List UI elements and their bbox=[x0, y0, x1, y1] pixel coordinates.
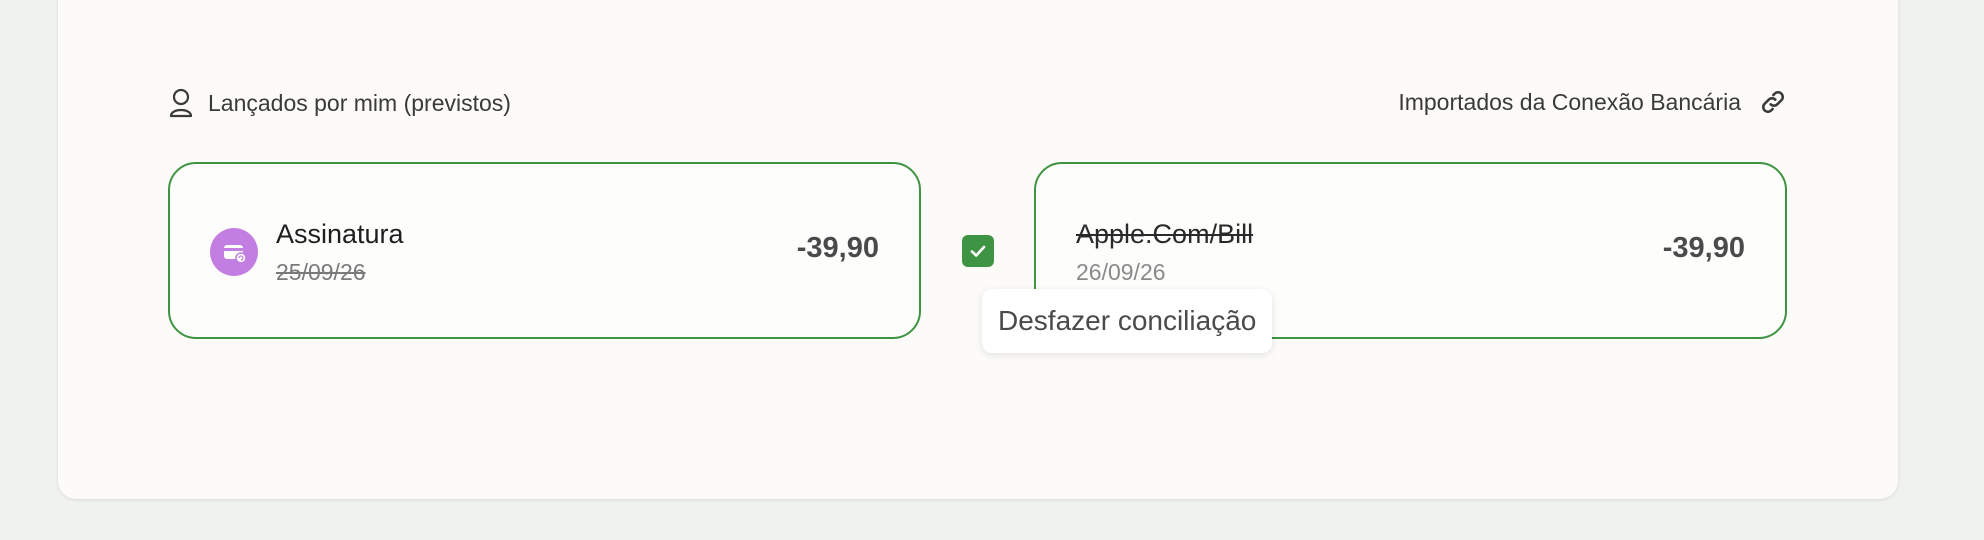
check-icon bbox=[970, 245, 986, 257]
bank-transaction-date: 26/09/26 bbox=[1076, 259, 1166, 285]
bank-transaction-amount: -39,90 bbox=[1662, 232, 1745, 264]
planned-transaction-date: 25/09/26 bbox=[276, 259, 366, 285]
planned-transaction-amount: -39,90 bbox=[796, 232, 879, 264]
planned-transaction-title: Assinatura bbox=[276, 219, 404, 249]
tooltip-text: Desfazer conciliação bbox=[998, 305, 1257, 336]
bank-section-label: Importados da Conexão Bancária bbox=[1398, 88, 1741, 115]
bank-section-header: Importados da Conexão Bancária bbox=[1398, 88, 1787, 116]
planned-transaction-card[interactable]: Assinatura 25/09/26 -39,90 bbox=[168, 162, 921, 339]
reconcile-checkbox[interactable] bbox=[962, 235, 994, 267]
bank-transaction-title: Apple.Com/Bill bbox=[1076, 219, 1254, 249]
user-icon bbox=[168, 88, 194, 118]
planned-section-header: Lançados por mim (previstos) bbox=[168, 88, 511, 118]
subscription-icon bbox=[210, 228, 258, 276]
link-icon bbox=[1759, 88, 1787, 116]
planned-section-label: Lançados por mim (previstos) bbox=[208, 89, 511, 116]
undo-reconciliation-tooltip: Desfazer conciliação bbox=[982, 289, 1273, 353]
